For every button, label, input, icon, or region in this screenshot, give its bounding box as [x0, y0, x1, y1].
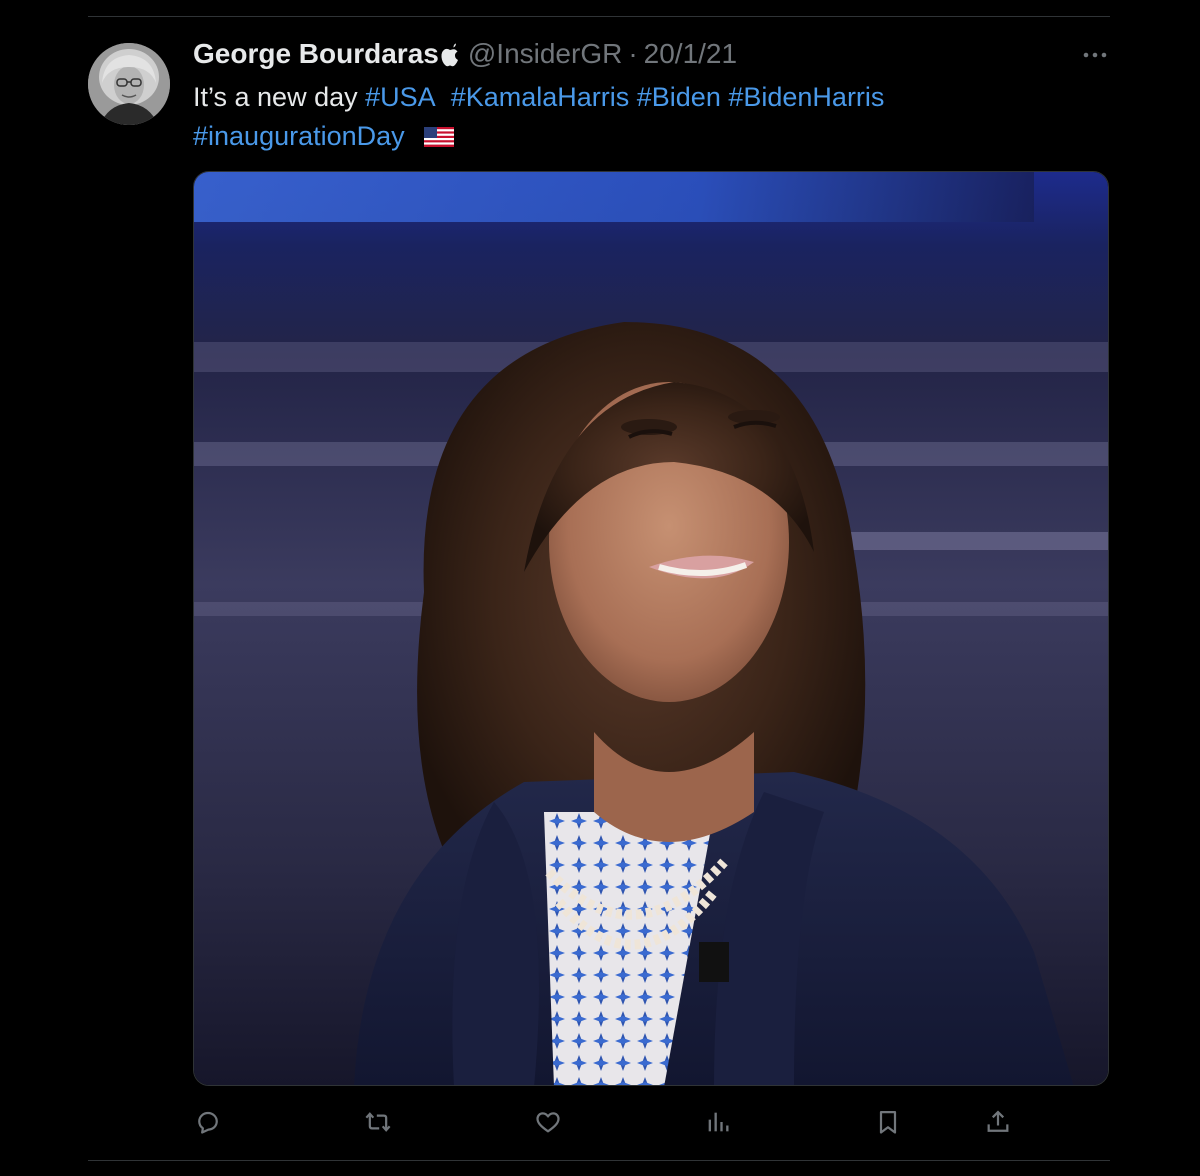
tweet-date[interactable]: 20/1/21 [644, 38, 737, 70]
tweet-text-body: It’s a new day [193, 82, 358, 112]
retweet-icon [365, 1112, 391, 1132]
retweet-button[interactable] [362, 1106, 394, 1138]
bookmark-button[interactable] [872, 1106, 904, 1138]
share-button[interactable] [982, 1106, 1014, 1138]
display-name[interactable]: George Bourdaras [193, 38, 439, 70]
top-divider [88, 16, 1110, 17]
bookmark-icon [879, 1110, 897, 1134]
hashtag-kamalaharris[interactable]: #KamalaHarris [451, 82, 630, 112]
tweet-photo[interactable] [193, 171, 1109, 1086]
share-icon [987, 1110, 1009, 1132]
views-button[interactable] [702, 1106, 734, 1138]
tweet-header: George Bourdaras @InsiderGR · 20/1/21 [193, 36, 737, 72]
apple-logo-icon [440, 42, 460, 67]
user-handle[interactable]: @InsiderGR [468, 38, 622, 70]
analytics-icon [708, 1112, 729, 1132]
tweet-text: It’s a new day #USA #KamalaHarris #Biden… [193, 78, 1093, 156]
us-flag-icon [424, 119, 455, 147]
hashtag-usa[interactable]: #USA [365, 82, 436, 112]
reply-icon [198, 1111, 218, 1134]
avatar[interactable] [88, 43, 170, 125]
hashtag-inaugurationday[interactable]: #inaugurationDay [193, 121, 405, 151]
tweet-actions [0, 1102, 1200, 1142]
reply-button[interactable] [192, 1106, 224, 1138]
heart-icon [536, 1112, 560, 1133]
hashtag-biden[interactable]: #Biden [637, 82, 721, 112]
like-button[interactable] [532, 1106, 564, 1138]
tweet-page: George Bourdaras @InsiderGR · 20/1/21 It… [0, 0, 1200, 1176]
bottom-divider [88, 1160, 1110, 1161]
header-separator: · [628, 38, 638, 69]
more-options-icon[interactable] [1080, 48, 1110, 62]
hashtag-bidenharris[interactable]: #BidenHarris [728, 82, 884, 112]
